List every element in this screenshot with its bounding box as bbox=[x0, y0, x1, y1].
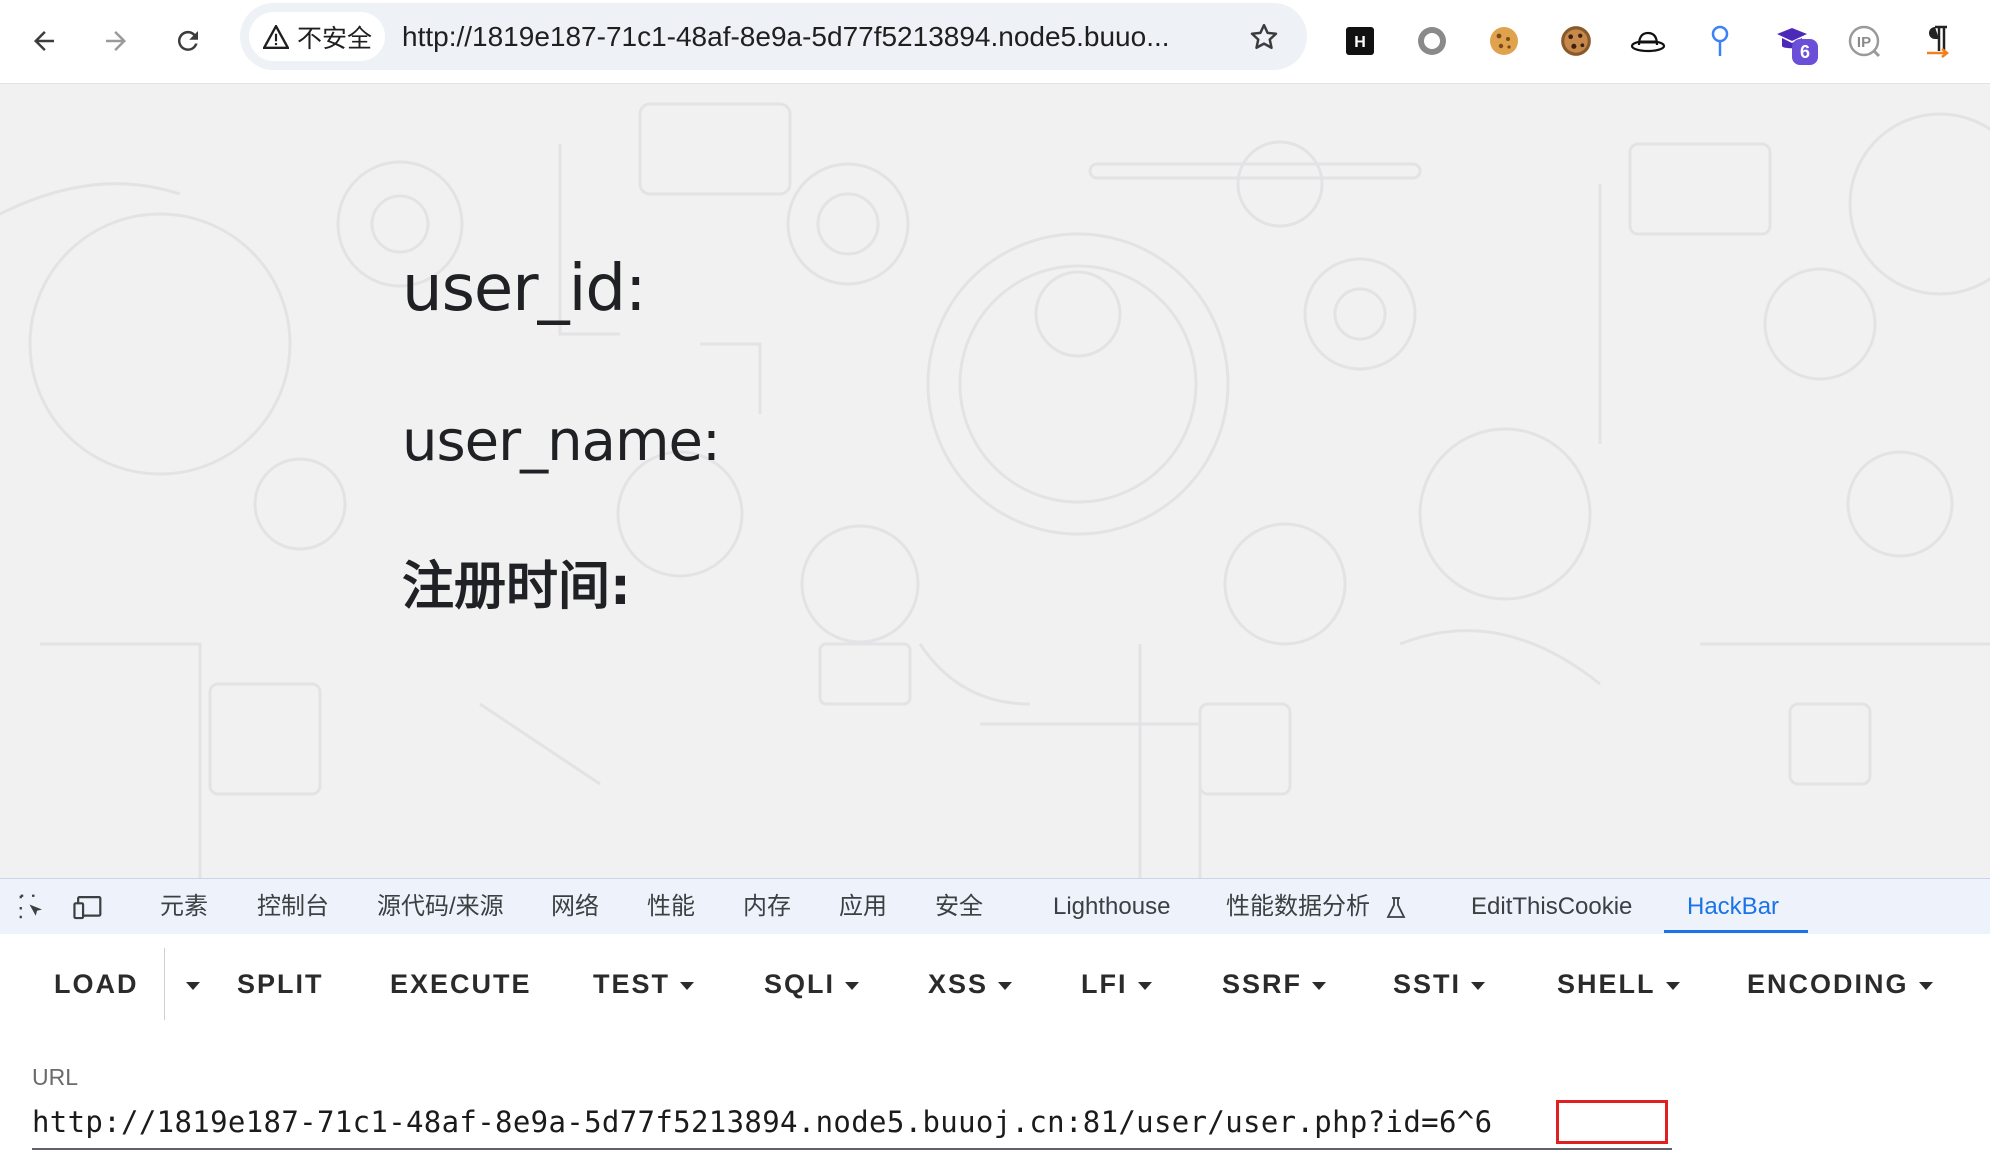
load-button[interactable]: LOAD bbox=[54, 964, 139, 1004]
encoding-menu-label: ENCODING bbox=[1747, 969, 1909, 999]
forward-button[interactable] bbox=[92, 17, 140, 65]
ssrf-menu-label: SSRF bbox=[1222, 969, 1303, 999]
tab-hackbar[interactable]: HackBar bbox=[1687, 879, 1779, 934]
sqli-menu-label: SQLI bbox=[764, 969, 836, 999]
chevron-down-icon bbox=[1471, 981, 1486, 990]
ssrf-menu[interactable]: SSRF bbox=[1222, 964, 1327, 1004]
warning-icon bbox=[263, 24, 289, 49]
ip-extension[interactable]: IP bbox=[1836, 13, 1892, 69]
devtools-tab-bar: 元素 控制台 源代码/来源 网络 性能 内存 应用 安全 Lighthouse … bbox=[0, 878, 1990, 935]
device-toggle-icon bbox=[73, 896, 102, 920]
encoding-menu[interactable]: ENCODING bbox=[1747, 964, 1933, 1004]
register-time-label: 注册时间: bbox=[402, 557, 631, 617]
tab-performance-insights-label: 性能数据分析 bbox=[1226, 893, 1370, 920]
chevron-down-icon bbox=[186, 981, 200, 990]
xss-menu[interactable]: XSS bbox=[928, 964, 1013, 1004]
hackbar-url-section: URL http://1819e187-71c1-48af-8e9a-5d77f… bbox=[0, 1030, 1990, 1172]
inspect-element-button[interactable] bbox=[14, 889, 50, 925]
back-arrow-icon bbox=[34, 31, 54, 51]
user-id-label: user_id: bbox=[402, 252, 647, 326]
pin-extension[interactable] bbox=[1692, 13, 1748, 69]
hat-icon bbox=[1630, 31, 1666, 53]
ssti-menu-label: SSTI bbox=[1393, 969, 1462, 999]
experiment-flask-icon bbox=[1386, 896, 1406, 918]
ip-icon: IP bbox=[1848, 25, 1881, 58]
security-label: 不安全 bbox=[297, 24, 373, 53]
tab-network[interactable]: 网络 bbox=[551, 879, 599, 934]
url-field-label: URL bbox=[32, 1064, 79, 1090]
ssti-menu[interactable]: SSTI bbox=[1393, 964, 1486, 1004]
hat-extension[interactable] bbox=[1620, 13, 1676, 69]
address-text[interactable]: http://1819e187-71c1-48af-8e9a-5d77f5213… bbox=[402, 3, 1232, 70]
payload-highlight-box bbox=[1556, 1100, 1668, 1144]
pilcrow-icon bbox=[1927, 25, 1950, 58]
chevron-down-icon bbox=[1665, 981, 1680, 990]
tab-sources[interactable]: 源代码/来源 bbox=[377, 879, 504, 934]
shell-menu-label: SHELL bbox=[1557, 969, 1656, 999]
star-icon bbox=[1250, 23, 1278, 49]
hackbar-menu: LOAD SPLIT EXECUTE TEST SQLI XSS LFI SSR… bbox=[0, 934, 1990, 1029]
chevron-down-icon bbox=[1918, 981, 1933, 990]
tab-console[interactable]: 控制台 bbox=[257, 879, 329, 934]
pilcrow-extension[interactable] bbox=[1908, 13, 1964, 69]
shell-menu[interactable]: SHELL bbox=[1557, 964, 1680, 1004]
cookie-editor-icon bbox=[1561, 26, 1591, 56]
svg-text:IP: IP bbox=[1857, 34, 1871, 51]
sqli-menu[interactable]: SQLI bbox=[764, 964, 860, 1004]
circle-extension[interactable] bbox=[1404, 13, 1460, 69]
tab-elements[interactable]: 元素 bbox=[160, 879, 208, 934]
pin-icon bbox=[1711, 25, 1729, 56]
svg-text:H: H bbox=[1354, 34, 1366, 51]
tab-editthiscookie[interactable]: EditThisCookie bbox=[1471, 879, 1632, 934]
chevron-down-icon bbox=[680, 981, 695, 990]
tab-application[interactable]: 应用 bbox=[839, 879, 887, 934]
chevron-down-icon bbox=[1312, 981, 1327, 990]
hackertarget-extension[interactable]: H bbox=[1332, 13, 1388, 69]
split-button[interactable]: SPLIT bbox=[237, 964, 324, 1004]
tab-memory[interactable]: 内存 bbox=[743, 879, 791, 934]
forward-arrow-icon bbox=[106, 31, 126, 51]
test-menu-label: TEST bbox=[593, 969, 671, 999]
tab-performance-insights[interactable]: 性能数据分析 bbox=[1226, 879, 1407, 934]
device-toolbar-button[interactable] bbox=[70, 889, 106, 925]
tab-lighthouse[interactable]: Lighthouse bbox=[1053, 879, 1170, 934]
security-indicator[interactable]: 不安全 bbox=[249, 12, 385, 61]
lfi-menu[interactable]: LFI bbox=[1081, 964, 1152, 1004]
tab-performance[interactable]: 性能 bbox=[647, 879, 695, 934]
load-separator bbox=[164, 948, 165, 1020]
cookie-extension[interactable] bbox=[1476, 13, 1532, 69]
chevron-down-icon bbox=[845, 981, 860, 990]
hackertarget-icon: H bbox=[1346, 27, 1374, 55]
url-input[interactable]: http://1819e187-71c1-48af-8e9a-5d77f5213… bbox=[32, 1096, 1672, 1150]
wappalyzer-extension[interactable]: 6 bbox=[1764, 13, 1820, 69]
tab-security[interactable]: 安全 bbox=[935, 879, 983, 934]
cookie-icon bbox=[1490, 27, 1518, 55]
test-menu[interactable]: TEST bbox=[593, 964, 695, 1004]
back-button[interactable] bbox=[20, 17, 68, 65]
web-page: user_id: user_name: 注册时间: bbox=[0, 84, 1990, 878]
inspect-icon bbox=[19, 894, 42, 919]
xss-menu-label: XSS bbox=[928, 969, 989, 999]
circle-extension-icon bbox=[1418, 27, 1446, 55]
active-tab-indicator bbox=[1664, 930, 1808, 933]
bookmark-star-button[interactable] bbox=[1240, 13, 1288, 61]
browser-toolbar: 不安全 http://1819e187-71c1-48af-8e9a-5d77f… bbox=[0, 0, 1990, 84]
user-name-label: user_name: bbox=[402, 409, 721, 474]
cookie-editor-extension[interactable] bbox=[1548, 13, 1604, 69]
background-doodle-pattern bbox=[0, 102, 1990, 878]
load-dropdown-button[interactable] bbox=[176, 964, 200, 1004]
address-bar[interactable]: 不安全 http://1819e187-71c1-48af-8e9a-5d77f… bbox=[240, 3, 1307, 70]
chevron-down-icon bbox=[998, 981, 1013, 990]
execute-button[interactable]: EXECUTE bbox=[390, 964, 532, 1004]
chevron-down-icon bbox=[1137, 981, 1152, 990]
reload-icon bbox=[177, 30, 198, 51]
lfi-menu-label: LFI bbox=[1081, 969, 1128, 999]
reload-button[interactable] bbox=[164, 17, 212, 65]
wappalyzer-badge: 6 bbox=[1792, 39, 1818, 65]
